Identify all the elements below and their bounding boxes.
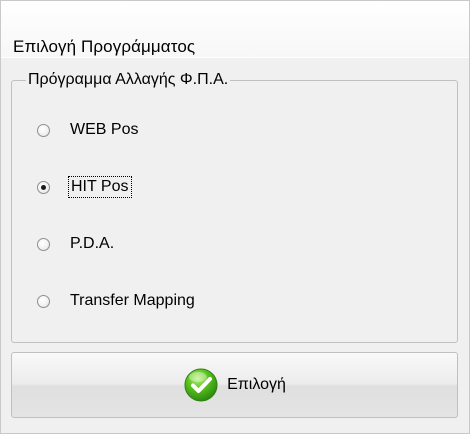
radio-option-web-pos[interactable]: WEB Pos xyxy=(37,119,138,141)
radio-button[interactable] xyxy=(37,294,50,308)
groupbox-legend: Πρόγραμμα Αλλαγής Φ.Π.Α. xyxy=(26,71,231,89)
radio-option-hit-pos[interactable]: HIT Pos xyxy=(37,176,132,198)
program-selection-dialog: Επιλογή Προγράμματος Πρόγραμμα Αλλαγής Φ… xyxy=(0,0,470,434)
radio-button[interactable] xyxy=(37,237,50,251)
radio-option-pda[interactable]: P.D.A. xyxy=(37,233,114,255)
green-check-icon xyxy=(184,368,218,402)
select-button-label: Επιλογή xyxy=(227,376,286,393)
radio-button-selected[interactable] xyxy=(37,180,50,194)
radio-option-transfer-mapping[interactable]: Transfer Mapping xyxy=(37,290,195,312)
radio-label: Transfer Mapping xyxy=(70,292,195,309)
radio-button[interactable] xyxy=(37,123,50,137)
dialog-title: Επιλογή Προγράμματος xyxy=(13,37,196,56)
dialog-header: Επιλογή Προγράμματος xyxy=(1,1,469,58)
select-button[interactable]: Επιλογή xyxy=(11,352,458,418)
radio-label: HIT Pos xyxy=(68,176,132,198)
radio-label: P.D.A. xyxy=(70,235,115,252)
radio-label: WEB Pos xyxy=(70,121,139,138)
